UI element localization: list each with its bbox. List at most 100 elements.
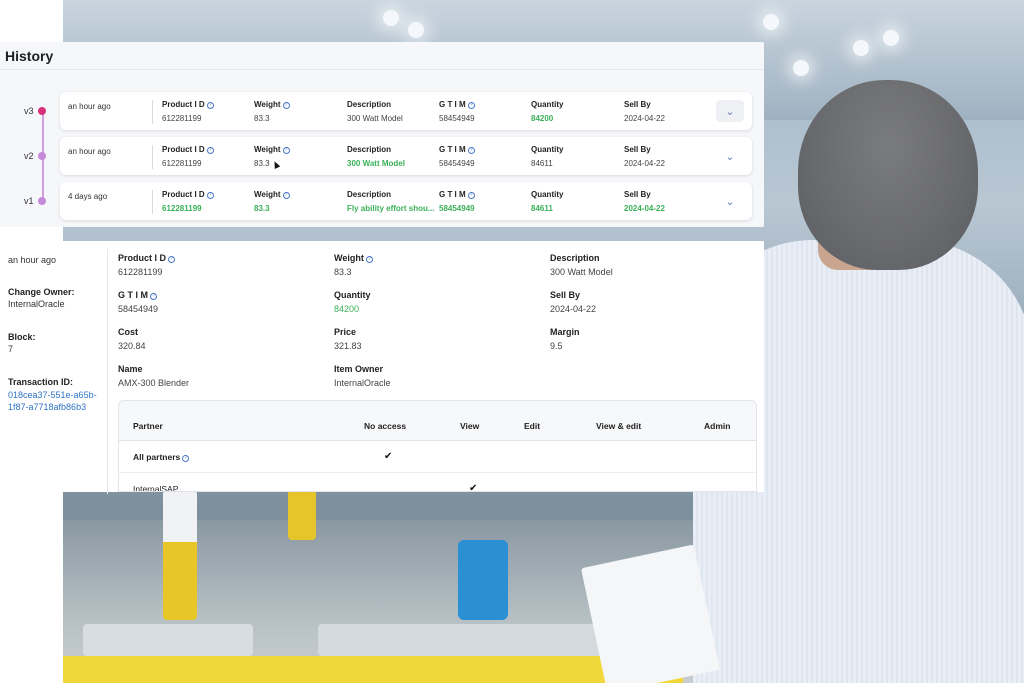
expand-row-button[interactable]: ⌄ (716, 190, 744, 212)
version-marker-v1[interactable]: v1 (24, 196, 46, 206)
table-header: Partner No access View Edit View & edit … (119, 401, 756, 441)
column-header: Admin (704, 421, 731, 431)
info-icon[interactable]: ? (467, 147, 475, 154)
cell-label: G T I M? (439, 145, 475, 154)
version-label: v1 (24, 196, 34, 206)
info-icon[interactable]: ? (150, 293, 157, 300)
bench (83, 624, 253, 656)
table-row[interactable]: All partners? ✔ (119, 441, 756, 473)
row-age: an hour ago (68, 147, 111, 156)
cell-value-changed: 2024-04-22 (624, 204, 665, 213)
expand-row-button[interactable]: ⌄ (716, 100, 744, 122)
cell-value: 83.3 (254, 114, 270, 123)
version-label: v3 (24, 106, 34, 116)
column-header: Edit (524, 421, 541, 431)
table-row[interactable]: InternalSAP ✔ (119, 473, 756, 492)
chevron-down-icon: ⌄ (725, 150, 735, 163)
version-dot-icon (37, 152, 46, 160)
cell-weight: Weight? 83.3 (254, 100, 290, 123)
blue-container (458, 540, 508, 620)
info-icon[interactable]: ? (206, 192, 214, 199)
partner-name: InternalSAP (133, 484, 179, 492)
history-panel: History v3 v2 v1 an hour ago Product I D… (0, 42, 764, 227)
cell-label: Product I D? (162, 145, 214, 154)
meta-value: 7 (8, 344, 14, 354)
info-icon[interactable]: ? (168, 256, 176, 263)
column-header: No access (364, 421, 407, 431)
block: Block: 7 (8, 332, 36, 354)
yellow-railing (63, 656, 683, 683)
cell-sell-by: Sell By 2024-04-22 (624, 190, 665, 213)
history-row-v3[interactable]: an hour ago Product I D? 612281199 Weigh… (60, 92, 752, 130)
version-marker-v2[interactable]: v2 (24, 151, 46, 161)
info-icon[interactable]: ? (365, 256, 373, 263)
cell-value-changed: Fly ability effort shou... (347, 204, 435, 213)
info-icon[interactable]: ? (282, 147, 290, 154)
cell-value: 58454949 (439, 159, 475, 168)
expand-row-button[interactable]: ⌄ (716, 145, 744, 167)
cell-label: Description (347, 190, 392, 199)
meta-label: Block: (8, 332, 36, 342)
cell-quantity: Quantity 84200 (531, 100, 563, 123)
meta-label: Transaction ID: (8, 377, 74, 387)
checkmark-icon[interactable]: ✔ (384, 451, 392, 462)
cell-product-id: Product I D? 612281199 (162, 145, 214, 168)
cell-label: Weight? (254, 100, 290, 109)
version-dot-icon (37, 197, 46, 205)
cell-label: Description (347, 145, 392, 154)
pillar (288, 490, 316, 540)
divider (152, 190, 153, 214)
meta-value: InternalOracle (8, 299, 65, 309)
ceiling-light (408, 22, 424, 38)
transaction-id-link[interactable]: 018cea37-551e-a65b- 1f87-a7718afb86b3 (8, 389, 97, 413)
column-header: View (460, 421, 480, 431)
cell-value: 2024-04-22 (624, 114, 665, 123)
version-marker-v3[interactable]: v3 (24, 106, 46, 116)
partner-name: All partners? (133, 452, 190, 462)
ceiling-light (763, 14, 779, 30)
divider (152, 145, 153, 169)
info-icon[interactable]: ? (206, 102, 214, 109)
row-age: 4 days ago (68, 192, 108, 201)
info-icon[interactable]: ? (282, 192, 290, 199)
field-quantity: Quantity 84200 (334, 290, 371, 314)
info-icon[interactable]: ? (282, 102, 290, 109)
cell-value: 612281199 (162, 114, 202, 123)
cell-value-changed: 612281199 (162, 204, 202, 213)
info-icon[interactable]: ? (467, 192, 475, 199)
pillar (163, 490, 197, 620)
cell-label: Product I D? (162, 100, 214, 109)
field-sell-by: Sell By 2024-04-22 (550, 290, 597, 314)
cell-product-id: Product I D? 612281199 (162, 190, 214, 213)
cell-label: Sell By (624, 145, 651, 154)
column-header: Partner (133, 421, 163, 431)
chevron-down-icon: ⌄ (725, 105, 735, 118)
cell-sell-by: Sell By 2024-04-22 (624, 100, 665, 123)
info-icon[interactable]: ? (182, 455, 190, 462)
cell-label: Quantity (531, 100, 564, 109)
info-icon[interactable]: ? (467, 102, 475, 109)
cell-label: Description (347, 100, 392, 109)
column-header: View & edit (596, 421, 642, 431)
history-row-v1[interactable]: 4 days ago Product I D? 612281199 Weight… (60, 182, 752, 220)
cell-value: 612281199 (162, 159, 202, 168)
info-icon[interactable]: ? (206, 147, 214, 154)
cell-label: G T I M? (439, 100, 475, 109)
divider (107, 249, 108, 494)
meta-label: Change Owner: (8, 287, 75, 297)
ceiling-light (383, 10, 399, 26)
change-owner: Change Owner: InternalOracle (8, 287, 75, 309)
permissions-table: Partner No access View Edit View & edit … (118, 400, 757, 492)
field-item-owner: Item Owner InternalOracle (334, 364, 391, 388)
cell-label: Sell By (624, 190, 651, 199)
cell-label: Product I D? (162, 190, 214, 199)
checkmark-icon[interactable]: ✔ (469, 483, 477, 491)
cell-label: Quantity (531, 145, 564, 154)
cell-value-changed: 300 Watt Model (347, 159, 405, 168)
version-label: v2 (24, 151, 34, 161)
history-row-v2[interactable]: an hour ago Product I D? 612281199 Weigh… (60, 137, 752, 175)
cell-quantity: Quantity 84611 (531, 145, 563, 168)
field-gtim: G T I M? 58454949 (118, 290, 159, 314)
cell-value-changed: 58454949 (439, 204, 475, 213)
field-weight: Weight? 83.3 (334, 253, 373, 277)
